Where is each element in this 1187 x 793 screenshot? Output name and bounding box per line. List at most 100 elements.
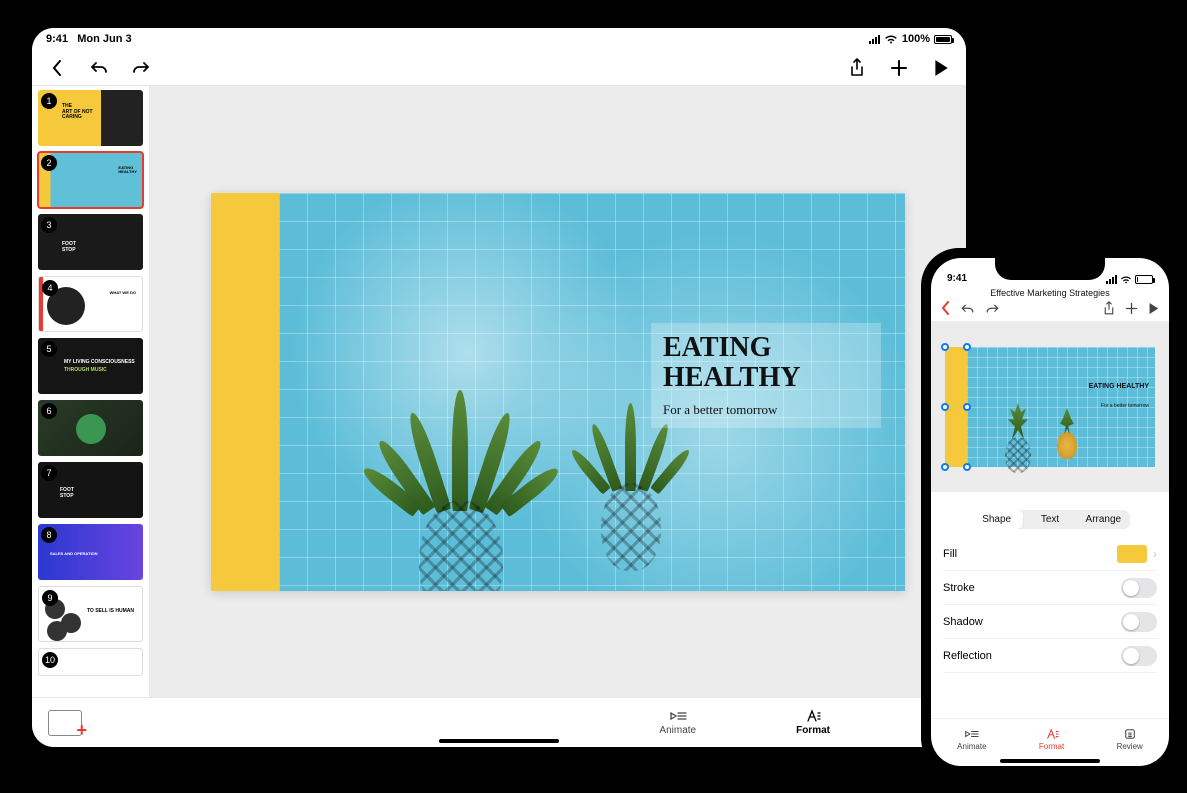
current-slide[interactable]: EATING HEALTHY For a better tomorrow [211,193,905,591]
status-bar: 9:41 Mon Jun 3 100% [32,28,966,50]
prop-label: Reflection [943,650,992,662]
tab-animate[interactable]: Animate [659,709,696,736]
play-button[interactable] [930,57,952,79]
prop-shadow[interactable]: Shadow [943,605,1157,639]
reflection-toggle[interactable] [1121,646,1157,666]
thumbnail-10[interactable]: 10 [38,648,143,676]
add-button[interactable] [1125,302,1138,320]
thumbnail-4[interactable]: 4 WHAT WE DO [38,276,143,332]
phone-toolbar [931,300,1169,322]
prop-fill[interactable]: Fill › [943,537,1157,571]
undo-button[interactable] [88,57,110,79]
thumbnail-1[interactable]: 1 THE ART OF NOT CARING [38,90,143,146]
stroke-toggle[interactable] [1121,578,1157,598]
format-icon [805,709,821,723]
tab-format[interactable]: Format [1039,728,1064,751]
prop-reflection[interactable]: Reflection [943,639,1157,673]
thumbnail-9[interactable]: 9 TO SELL IS HUMAN [38,586,143,642]
shadow-toggle[interactable] [1121,612,1157,632]
ipad-screen: 9:41 Mon Jun 3 100% [32,28,966,747]
share-button[interactable] [846,57,868,79]
tab-label: Format [1039,742,1064,751]
thumb-number: 5 [41,341,57,357]
status-time: 9:41 [46,33,68,45]
selection-handle[interactable] [963,463,971,471]
document-title: Effective Marketing Strategies [931,286,1169,300]
thumb-label: FOOT STOP [60,488,74,499]
thumb-label: THROUGH MUSIC [64,368,107,374]
redo-button[interactable] [130,57,152,79]
segment-text[interactable]: Text [1023,510,1076,529]
redo-button[interactable] [985,302,1000,320]
slide-text-box[interactable]: EATING HEALTHY For a better tomorrow [651,323,881,429]
animate-icon [964,728,979,740]
tab-review[interactable]: Review [1117,728,1143,751]
phone-slide-canvas[interactable]: EATING HEALTHY For a better tomorrow [931,322,1169,492]
cellular-icon [1106,275,1117,284]
thumbnail-3[interactable]: 3 FOOT STOP [38,214,143,270]
thumbnail-5[interactable]: 5 MY LIVING CONSCIOUSNESS THROUGH MUSIC [38,338,143,394]
pineapple-image [581,411,681,571]
thumb-number: 3 [41,217,57,233]
battery-icon [934,35,952,44]
segment-shape[interactable]: Shape [970,510,1023,529]
phone-current-slide[interactable]: EATING HEALTHY For a better tomorrow [945,347,1155,467]
back-button[interactable] [941,301,950,320]
play-button[interactable] [1148,302,1159,320]
thumbnail-6[interactable]: 6 [38,400,143,456]
thumbnail-2[interactable]: 2 EATING HEALTHY [38,152,143,208]
home-indicator[interactable] [1000,759,1100,763]
slide-subheading: For a better tomorrow [1101,403,1149,409]
selection-handle[interactable] [941,403,949,411]
thumb-number: 1 [41,93,57,109]
thumbnail-7[interactable]: 7 FOOT STOP [38,462,143,518]
wifi-icon [884,34,898,44]
thumb-label: SALES AND OPERATION [50,552,98,556]
prop-label: Fill [943,548,957,560]
slide-heading: EATING HEALTHY [663,333,869,395]
selection-handle[interactable] [963,403,971,411]
add-button[interactable] [888,57,910,79]
cellular-icon [869,35,880,44]
tab-label: Review [1117,742,1143,751]
slide-subheading: For a better tomorrow [663,402,869,418]
slide-accent-bar[interactable] [211,193,279,591]
tab-format[interactable]: Format [796,709,830,736]
selection-handle[interactable] [941,463,949,471]
status-date: Mon Jun 3 [77,33,131,45]
share-button[interactable] [1103,301,1115,321]
thumb-number: 6 [41,403,57,419]
battery-text: 100% [902,33,930,45]
tab-label: Format [796,725,830,736]
top-toolbar [32,50,966,86]
format-segment-control[interactable]: Shape Text Arrange [970,510,1130,529]
thumb-number: 7 [41,465,57,481]
tab-label: Animate [957,742,986,751]
back-button[interactable] [46,57,68,79]
slide-canvas[interactable]: EATING HEALTHY For a better tomorrow [150,86,966,697]
undo-button[interactable] [960,302,975,320]
thumb-label: MY LIVING CONSCIOUSNESS [64,360,135,366]
prop-label: Stroke [943,582,975,594]
slide-heading: EATING HEALTHY [1089,383,1149,390]
thumb-number: 2 [41,155,57,171]
thumb-number: 8 [41,527,57,543]
phone-time: 9:41 [947,273,967,284]
thumb-number: 4 [42,280,58,296]
tab-animate[interactable]: Animate [957,728,986,751]
selection-handle[interactable] [963,343,971,351]
pineapple-image [1050,407,1084,459]
segment-arrange[interactable]: Arrange [1077,510,1130,529]
home-indicator[interactable] [439,739,559,743]
selection-handle[interactable] [941,343,949,351]
add-slide-button[interactable] [48,710,82,736]
pineapple-image [995,403,1041,473]
main-area: 1 THE ART OF NOT CARING 2 EATING HEALTHY… [32,86,966,697]
thumb-label: THE ART OF NOT CARING [62,104,93,121]
status-right: 100% [869,33,952,45]
slide-navigator[interactable]: 1 THE ART OF NOT CARING 2 EATING HEALTHY… [32,86,150,697]
thumbnail-8[interactable]: 8 SALES AND OPERATION [38,524,143,580]
prop-stroke[interactable]: Stroke [943,571,1157,605]
fill-color-swatch[interactable] [1117,545,1147,563]
wifi-icon [1120,275,1132,284]
